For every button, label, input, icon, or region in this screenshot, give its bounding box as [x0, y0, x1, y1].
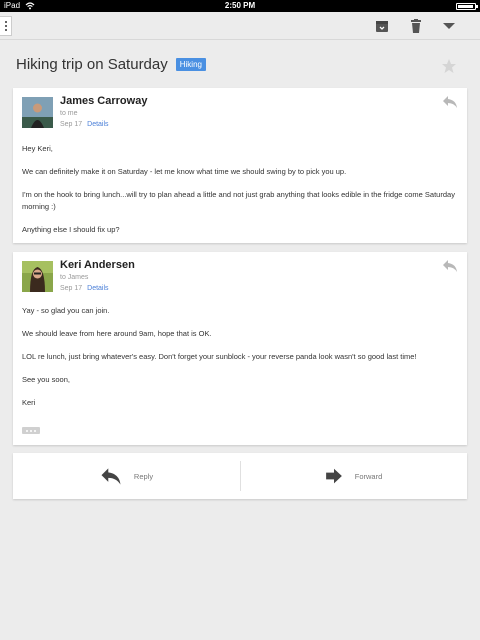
reply-label: Reply [133, 471, 154, 481]
avatar [22, 261, 53, 292]
message-date: Sep 17 [60, 285, 83, 292]
action-bar: Reply Forward [13, 453, 467, 499]
menu-dots-icon[interactable] [0, 16, 12, 36]
message-paragraph: Yay - so glad you can join. [22, 306, 110, 315]
page-title: Hiking trip on Saturday [16, 56, 168, 73]
message-date: Sep 17 [60, 121, 83, 128]
message-card: James Carroway to me Sep 17 Details Hey … [13, 88, 467, 243]
avatar [22, 97, 53, 128]
message-paragraph: LOL re lunch, just bring whatever's easy… [22, 352, 417, 361]
message-paragraph: See you soon, [22, 375, 70, 384]
archive-icon[interactable] [374, 18, 390, 34]
forward-button[interactable]: Forward [240, 453, 467, 499]
label-badge[interactable]: Hiking [175, 58, 206, 71]
message-meta: Sep 17 Details [60, 121, 109, 128]
status-time: 2:50 PM [224, 1, 256, 10]
star-icon[interactable] [441, 58, 457, 74]
message-paragraph: Anything else I should fix up? [22, 225, 120, 234]
message-paragraph: I'm on the hook to bring lunch...will tr… [22, 190, 455, 211]
message-paragraph: Hey Keri, [22, 144, 53, 153]
battery-icon [456, 3, 478, 10]
message-paragraph: Keri [22, 398, 36, 407]
chevron-down-icon[interactable] [441, 18, 457, 34]
reply-button[interactable]: Reply [13, 453, 240, 499]
reply-icon[interactable] [442, 259, 458, 273]
recipient-line: to James [60, 274, 89, 281]
show-quoted-text-button[interactable] [22, 427, 40, 434]
thread-subject: Hiking trip on Saturday Hiking [16, 56, 206, 73]
message-paragraph: We can definitely make it on Saturday - … [22, 167, 347, 176]
recipient-line: to me [60, 110, 78, 117]
sender-name: James Carroway [60, 95, 148, 107]
message-body: Yay - so glad you can join. We should le… [22, 305, 458, 420]
message-paragraph: We should leave from here around 9am, ho… [22, 329, 212, 338]
status-bar: iPad 2:50 PM [0, 0, 480, 12]
message-card: Keri Andersen to James Sep 17 Details Ya… [13, 252, 467, 445]
toolbar [0, 12, 480, 40]
reply-icon[interactable] [442, 95, 458, 109]
details-link[interactable]: Details [87, 285, 108, 292]
sender-name: Keri Andersen [60, 259, 135, 271]
details-link[interactable]: Details [87, 121, 108, 128]
message-body: Hey Keri, We can definitely make it on S… [22, 143, 458, 247]
message-meta: Sep 17 Details [60, 285, 109, 292]
forward-icon [325, 468, 342, 484]
trash-icon[interactable] [408, 18, 424, 34]
forward-label: Forward [354, 471, 383, 481]
reply-icon [101, 467, 121, 485]
